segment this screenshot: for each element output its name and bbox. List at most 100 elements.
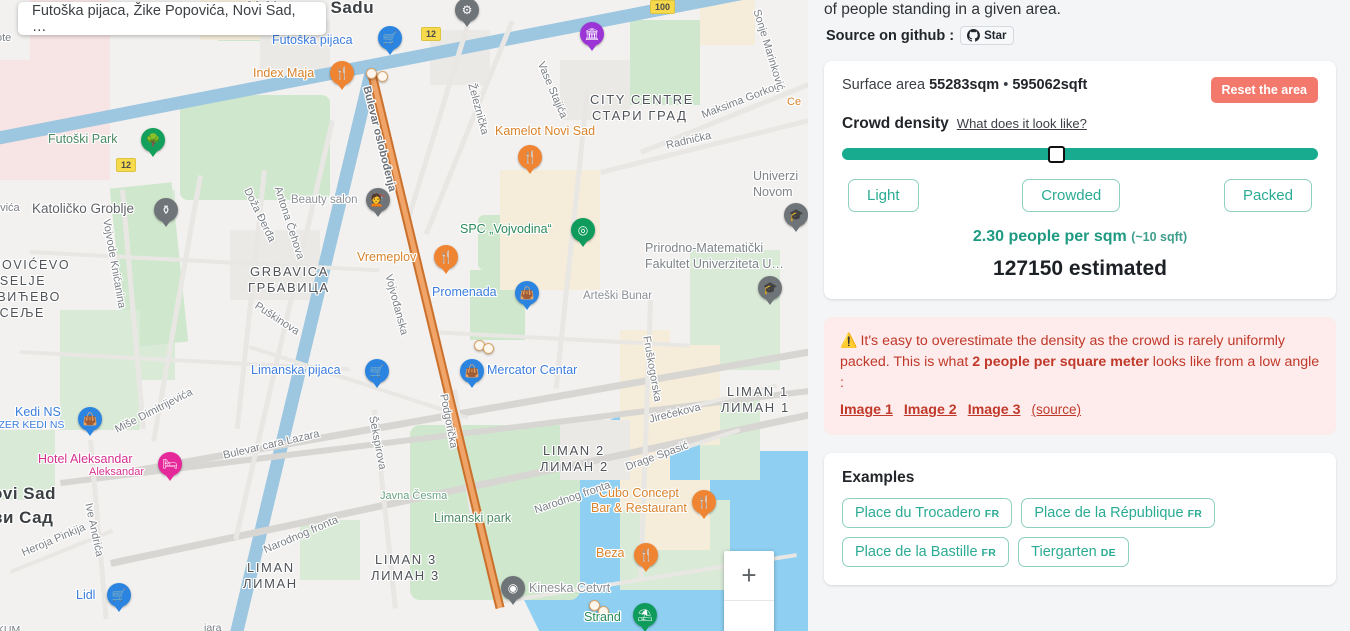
example-name: Place du Trocadero: [855, 505, 981, 521]
what-does-it-look-like-link[interactable]: What does it look like?: [957, 116, 1087, 131]
bag-icon: 👜: [82, 412, 98, 426]
warning-bold: 2 people per square meter: [972, 354, 1149, 370]
map-pin-kamelot[interactable]: 🍴: [518, 145, 542, 169]
surface-area: Surface area 55283sqm • 595062sqft: [842, 77, 1087, 93]
search-input-value[interactable]: Futoška pijaca, Žike Popovića, Novi Sad,…: [32, 3, 312, 35]
place-icon: ◉: [507, 581, 519, 595]
map-pin-beauty-salon[interactable]: 💇: [366, 188, 390, 212]
map-vertex-end-2[interactable]: [598, 606, 609, 617]
preset-crowded-button[interactable]: Crowded: [1022, 179, 1121, 212]
example-name: Place de la République: [1034, 505, 1184, 521]
map-pin-university-1[interactable]: 🎓: [784, 203, 808, 227]
example-country: FR: [1187, 508, 1203, 520]
map-green-g: [300, 520, 360, 580]
example-place-du-trocadero[interactable]: Place du Trocadero FR: [842, 498, 1013, 528]
bag-icon: 👜: [519, 286, 535, 300]
map-pin-futoska-pijaca[interactable]: 🛒: [378, 26, 402, 50]
map-pane[interactable]: 12 12 100 🛒 🍴 🌳 ⚱ 💇 ⚙ 🏛 🍴 🍴 ◎ 👜 👜 🛒 👜 🛏 …: [0, 0, 808, 631]
map-shield-100: 100: [650, 0, 676, 14]
salon-icon: 💇: [370, 193, 386, 207]
density-slider-track[interactable]: [842, 148, 1318, 160]
restaurant-icon: 🍴: [638, 548, 654, 562]
surface-area-sqft: 595062sqft: [1012, 77, 1088, 93]
restaurant-icon: 🍴: [334, 66, 350, 80]
examples-card: Examples Place du Trocadero FR Place de …: [824, 453, 1336, 585]
example-country: FR: [984, 508, 1000, 520]
map-vertex-start-2[interactable]: [377, 71, 388, 82]
map-pin-vremeplov[interactable]: 🍴: [434, 245, 458, 269]
cart-icon: 🛒: [111, 588, 127, 602]
source-row: Source on github : Star: [826, 26, 1336, 45]
map-pin-museum[interactable]: 🏛: [580, 22, 604, 46]
warning-triangle-icon: ⚠️: [840, 332, 858, 348]
example-place-de-la-republique[interactable]: Place de la République FR: [1021, 498, 1216, 528]
map-pin-futoski-park[interactable]: 🌳: [141, 128, 165, 152]
map-pin-lidl[interactable]: 🛒: [107, 583, 131, 607]
density-value: 2.30 people per sqm: [972, 228, 1127, 245]
example-country: FR: [981, 547, 997, 559]
example-name: Place de la Bastille: [855, 544, 978, 560]
map-shield-12b: 12: [421, 27, 442, 41]
preset-light-button[interactable]: Light: [848, 179, 919, 212]
map-canvas[interactable]: 12 12 100 🛒 🍴 🌳 ⚱ 💇 ⚙ 🏛 🍴 🍴 ◎ 👜 👜 🛒 👜 🛏 …: [0, 0, 808, 631]
map-pin-kedi-ns[interactable]: 👜: [78, 407, 102, 431]
warning-box: ⚠️ It's easy to overestimate the density …: [824, 317, 1336, 435]
map-pin-limanska-pijaca[interactable]: 🛒: [365, 359, 389, 383]
map-vertex-mid-2[interactable]: [483, 343, 494, 354]
map-pin-cubo-concept[interactable]: 🍴: [692, 490, 716, 514]
map-pin-mercator-centar[interactable]: 👜: [460, 359, 484, 383]
map-pin-university-2[interactable]: 🎓: [758, 276, 782, 300]
cart-icon: 🛒: [369, 364, 385, 378]
zoom-in-button[interactable]: +: [724, 551, 774, 601]
example-place-de-la-bastille[interactable]: Place de la Bastille FR: [842, 537, 1010, 567]
map-pin-hotel-aleksandar[interactable]: 🛏: [158, 452, 182, 476]
map-pin-beza[interactable]: 🍴: [634, 543, 658, 567]
surface-area-label: Surface area: [842, 77, 926, 93]
map-zoom-control[interactable]: +: [724, 551, 774, 631]
map-shield-12a: 12: [116, 158, 137, 172]
crowd-density-label: Crowd density: [842, 115, 949, 132]
warning-link-image-2[interactable]: Image 2: [904, 400, 957, 421]
density-card: Surface area 55283sqm • 595062sqft Reset…: [824, 61, 1336, 299]
map-vertex-start[interactable]: [366, 68, 377, 79]
map-green-h: [0, 430, 55, 500]
warning-source-link[interactable]: (source): [1032, 399, 1082, 420]
bag-icon: 👜: [464, 364, 480, 378]
intro-text: of people standing in a given area.: [824, 1, 1061, 18]
warning-link-image-3[interactable]: Image 3: [968, 400, 1021, 421]
cemetery-icon: ⚱: [160, 203, 172, 217]
density-slider[interactable]: [842, 146, 1318, 163]
map-pin-strand[interactable]: ⛱: [633, 603, 657, 627]
zoom-out-button[interactable]: [724, 601, 774, 631]
crowd-density-row: Crowd density What does it look like?: [842, 115, 1318, 133]
gear-icon: ⚙: [461, 3, 473, 17]
map-pin-katolicko-groblje[interactable]: ⚱: [154, 198, 178, 222]
preset-packed-button[interactable]: Packed: [1223, 179, 1312, 212]
museum-icon: 🏛: [584, 27, 600, 41]
cart-icon: 🛒: [382, 31, 398, 45]
example-tiergarten[interactable]: Tiergarten DE: [1018, 537, 1129, 567]
examples-grid: Place du Trocadero FR Place de la Républ…: [842, 498, 1318, 567]
density-value-sub: (~10 sqft): [1131, 230, 1188, 244]
density-presets: Light Crowded Packed: [842, 179, 1318, 212]
examples-title: Examples: [842, 469, 915, 486]
map-pin-kineska-cetvrt[interactable]: ◉: [501, 576, 525, 600]
map-pin-index-maja[interactable]: 🍴: [330, 61, 354, 85]
map-block-3: [560, 60, 630, 120]
warning-link-image-1[interactable]: Image 1: [840, 400, 893, 421]
map-pin-spc-vojvodina[interactable]: ◎: [571, 218, 595, 242]
github-star-button[interactable]: Star: [960, 26, 1015, 45]
warning-links: Image 1 Image 2 Image 3 (source): [840, 399, 1320, 421]
map-pin-promenada[interactable]: 👜: [515, 281, 539, 305]
app-root: 12 12 100 🛒 🍴 🌳 ⚱ 💇 ⚙ 🏛 🍴 🍴 ◎ 👜 👜 🛒 👜 🛏 …: [0, 0, 1350, 631]
reset-area-button[interactable]: Reset the area: [1210, 77, 1318, 103]
map-park-futoski: [180, 95, 330, 200]
map-green-center: [630, 20, 700, 105]
source-label: Source on github :: [826, 27, 955, 44]
restaurant-icon: 🍴: [696, 495, 712, 509]
density-slider-thumb[interactable]: [1048, 146, 1066, 163]
surface-row: Surface area 55283sqm • 595062sqft Reset…: [842, 77, 1318, 103]
github-icon: [967, 29, 981, 42]
map-commercial-5: [700, 0, 755, 45]
map-search-box[interactable]: Futoška pijaca, Žike Popovića, Novi Sad,…: [18, 2, 326, 35]
